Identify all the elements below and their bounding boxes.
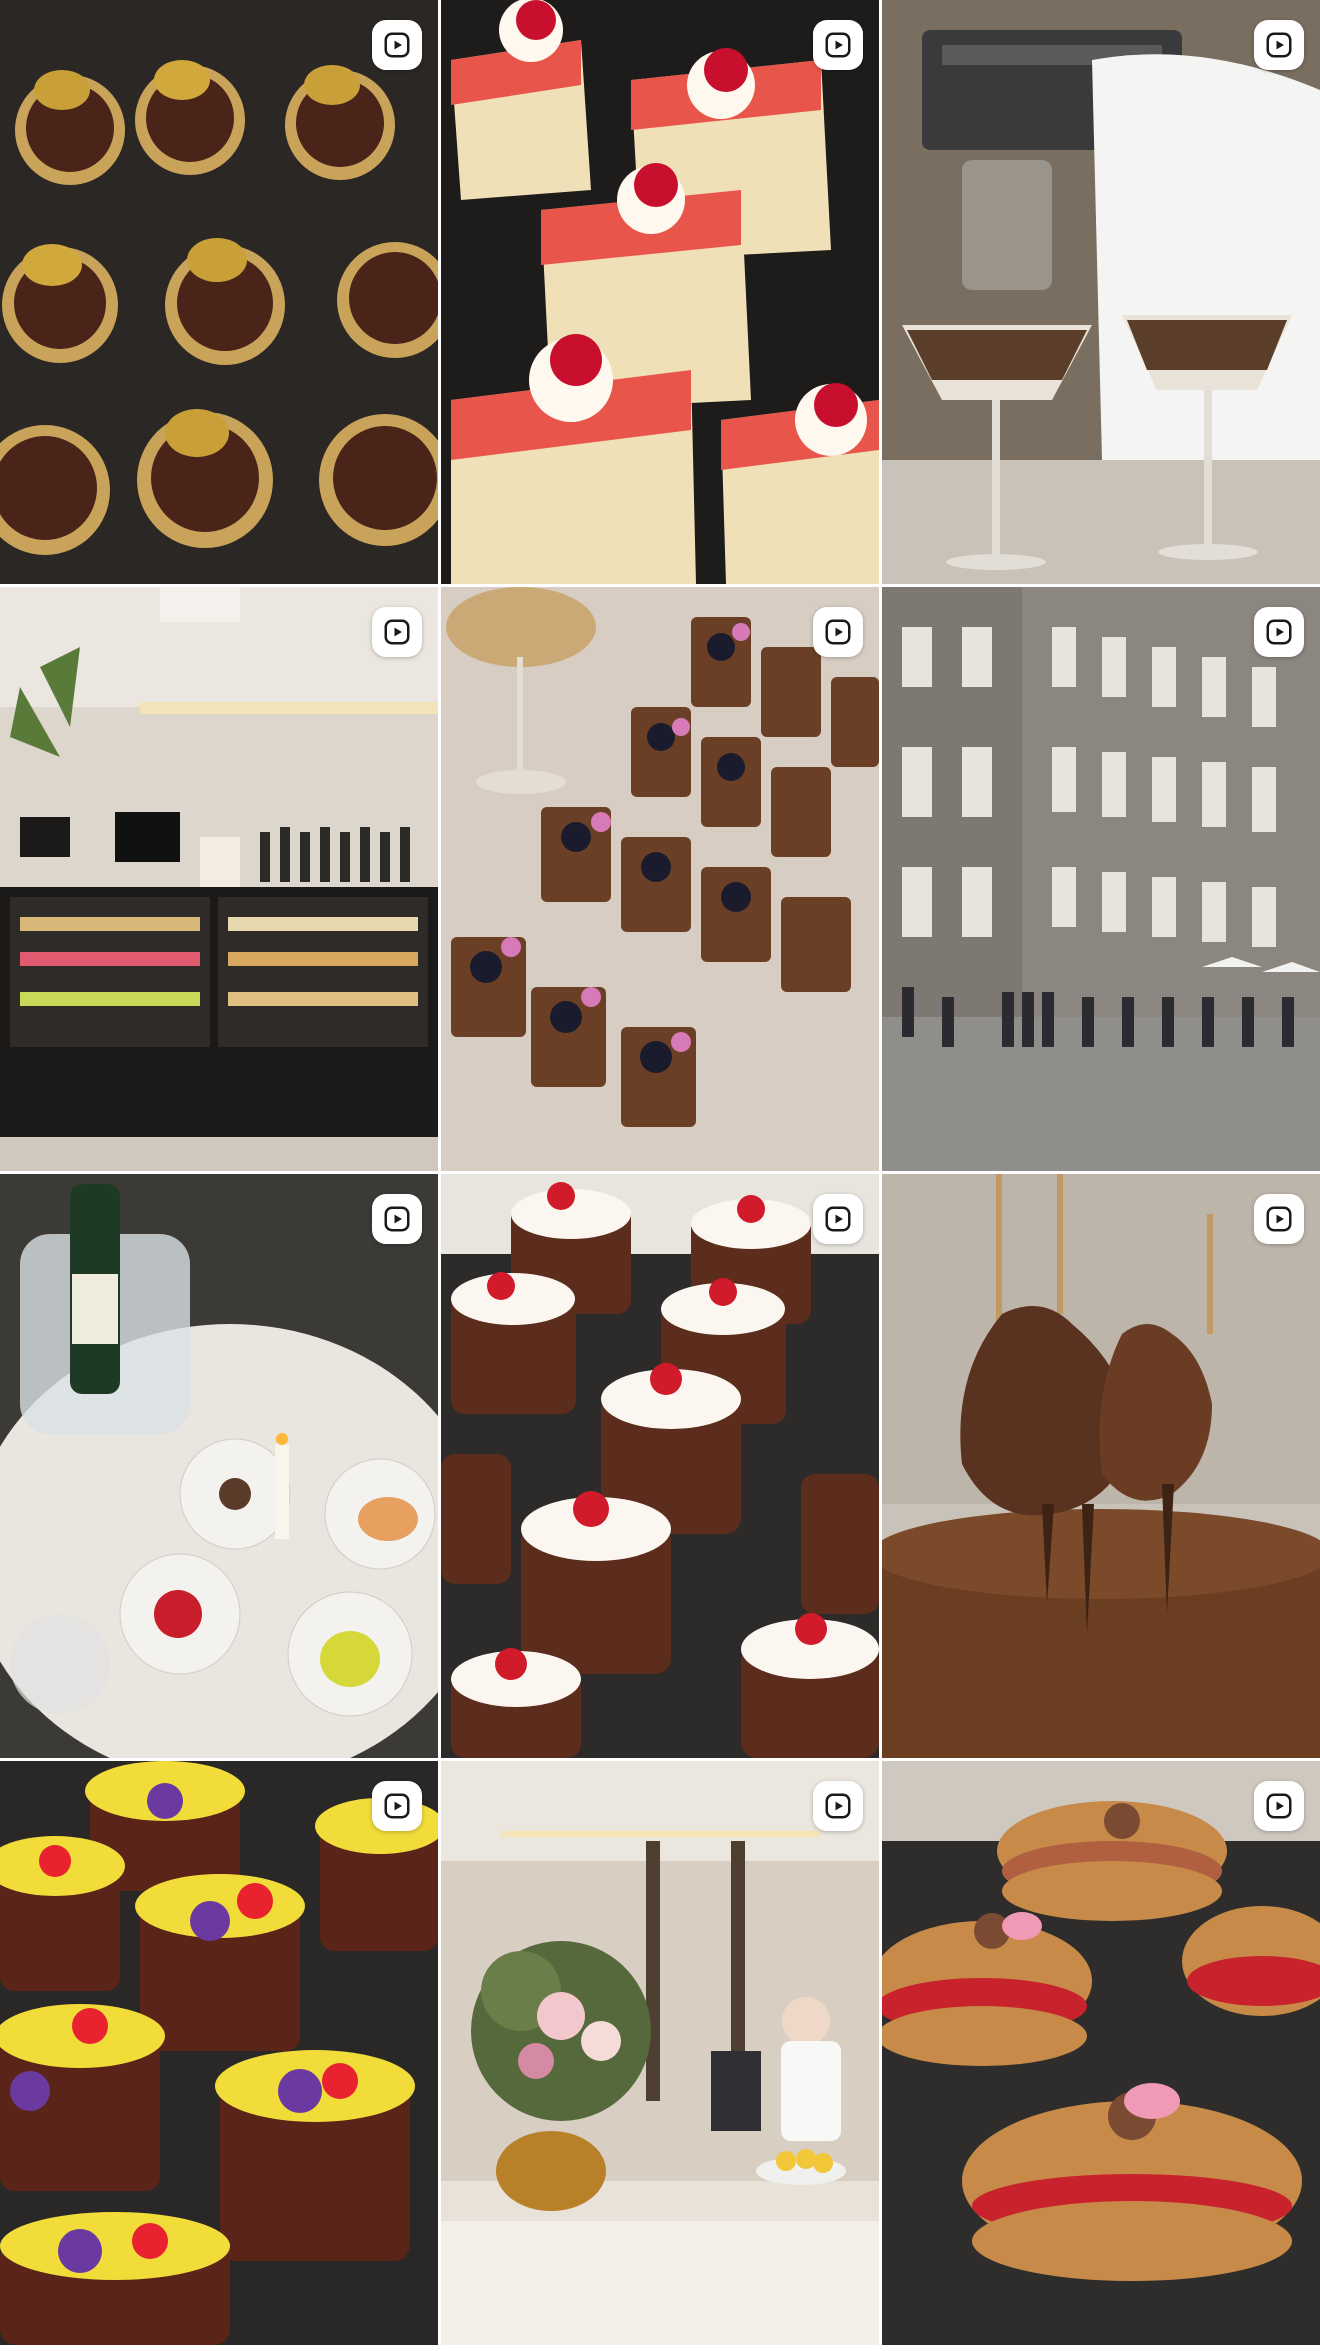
reel-badge bbox=[813, 1781, 863, 1831]
tile-image bbox=[882, 0, 1320, 584]
reels-grid bbox=[0, 0, 1320, 2351]
grid-tile-espresso-martinis[interactable] bbox=[882, 0, 1320, 584]
play-icon bbox=[384, 619, 410, 645]
reel-badge bbox=[372, 1781, 422, 1831]
reel-badge bbox=[813, 607, 863, 657]
tile-image bbox=[441, 1761, 879, 2345]
tile-image bbox=[882, 587, 1320, 1171]
play-icon bbox=[384, 1793, 410, 1819]
reel-badge bbox=[813, 20, 863, 70]
tile-image bbox=[0, 1761, 438, 2345]
reel-badge bbox=[1254, 607, 1304, 657]
reel-badge bbox=[813, 1194, 863, 1244]
tile-image bbox=[441, 0, 879, 584]
play-icon bbox=[384, 32, 410, 58]
grid-tile-display-counter[interactable] bbox=[0, 587, 438, 1171]
grid-tile-champagne-table[interactable] bbox=[0, 1174, 438, 1758]
play-icon bbox=[825, 32, 851, 58]
play-icon bbox=[1266, 32, 1292, 58]
tile-image bbox=[882, 1174, 1320, 1758]
grid-tile-macaron-tartlets[interactable] bbox=[0, 0, 438, 584]
grid-tile-chocolate-pears[interactable] bbox=[882, 1174, 1320, 1758]
grid-tile-historic-building[interactable] bbox=[882, 587, 1320, 1171]
reel-badge bbox=[1254, 1781, 1304, 1831]
tile-image bbox=[882, 1761, 1320, 2345]
grid-tile-chocolate-cups[interactable] bbox=[441, 1174, 879, 1758]
tile-image bbox=[0, 0, 438, 584]
tile-image bbox=[441, 587, 879, 1171]
tile-image bbox=[0, 587, 438, 1171]
grid-tile-berry-pastries[interactable] bbox=[882, 1761, 1320, 2345]
reel-badge bbox=[372, 20, 422, 70]
grid-tile-raspberry-cake-slices[interactable] bbox=[441, 0, 879, 584]
grid-tile-reception-flowers[interactable] bbox=[441, 1761, 879, 2345]
play-icon bbox=[1266, 619, 1292, 645]
reel-badge bbox=[372, 607, 422, 657]
play-icon bbox=[384, 1206, 410, 1232]
reel-badge bbox=[1254, 1194, 1304, 1244]
play-icon bbox=[825, 1793, 851, 1819]
tile-image bbox=[0, 1174, 438, 1758]
play-icon bbox=[825, 1206, 851, 1232]
grid-tile-chocolate-bars[interactable] bbox=[441, 587, 879, 1171]
reel-badge bbox=[372, 1194, 422, 1244]
play-icon bbox=[1266, 1793, 1292, 1819]
grid-tile-pansy-cakes[interactable] bbox=[0, 1761, 438, 2345]
tile-image bbox=[441, 1174, 879, 1758]
reel-badge bbox=[1254, 20, 1304, 70]
play-icon bbox=[1266, 1206, 1292, 1232]
play-icon bbox=[825, 619, 851, 645]
